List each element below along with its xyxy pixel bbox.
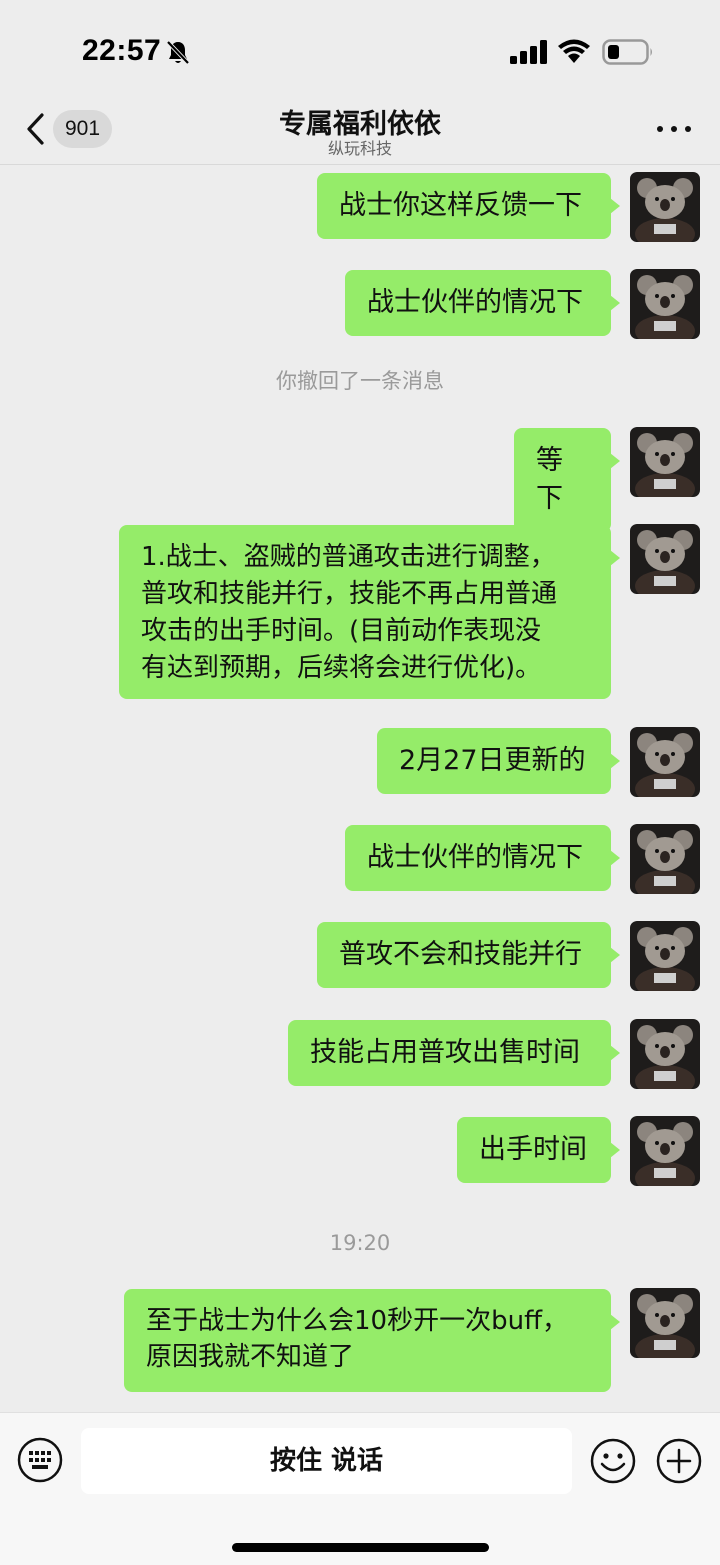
avatar-koala-icon	[630, 524, 700, 594]
avatar-koala-icon	[630, 1116, 700, 1186]
home-indicator[interactable]	[232, 1543, 489, 1552]
avatar-koala-icon	[630, 727, 700, 797]
recall-notice: 你撤回了一条消息	[276, 369, 444, 393]
message-bubble[interactable]: 战士伙伴的情况下	[345, 825, 620, 891]
status-bar: 22:57	[0, 0, 720, 100]
user-avatar[interactable]	[630, 1116, 700, 1186]
user-avatar[interactable]	[630, 427, 700, 497]
message-bubble[interactable]: 出手时间	[457, 1117, 620, 1183]
cellular-signal-icon	[510, 40, 547, 64]
status-time: 22:57	[82, 34, 162, 67]
avatar-koala-icon	[630, 824, 700, 894]
chat-subtitle: 纵玩科技	[327, 139, 392, 158]
emoji-icon[interactable]	[590, 1438, 636, 1484]
message-list[interactable]: 战士你这样反馈一下 战士伙伴的情况下 你撤回了一条消息 等下 1.战士、盗贼的普…	[0, 165, 720, 1412]
message-bubble[interactable]: 技能占用普攻出售时间	[288, 1020, 620, 1086]
chat-header: 901 专属福利依依 纵玩科技	[0, 100, 720, 165]
battery-icon	[602, 39, 652, 65]
message-bubble[interactable]: 等下	[514, 428, 620, 532]
more-options-button[interactable]	[652, 114, 696, 144]
avatar-koala-icon	[630, 427, 700, 497]
avatar-koala-icon	[630, 921, 700, 991]
user-avatar[interactable]	[630, 727, 700, 797]
keyboard-icon[interactable]	[17, 1437, 63, 1483]
user-avatar[interactable]	[630, 524, 700, 594]
plus-icon[interactable]	[656, 1438, 702, 1484]
user-avatar[interactable]	[630, 1288, 700, 1358]
user-avatar[interactable]	[630, 921, 700, 991]
user-avatar[interactable]	[630, 1019, 700, 1089]
message-bubble[interactable]: 战士你这样反馈一下	[317, 173, 620, 239]
wifi-icon	[558, 39, 590, 63]
avatar-koala-icon	[630, 1288, 700, 1358]
message-timestamp: 19:20	[329, 1231, 391, 1255]
user-avatar[interactable]	[630, 824, 700, 894]
user-avatar[interactable]	[630, 172, 700, 242]
avatar-koala-icon	[630, 172, 700, 242]
message-bubble[interactable]: 至于战士为什么会10秒开一次buff， 原因我就不知道了	[124, 1289, 620, 1392]
message-bubble[interactable]: 普攻不会和技能并行	[317, 922, 620, 988]
bell-slash-icon	[166, 40, 190, 65]
message-bubble[interactable]: 战士伙伴的情况下	[345, 270, 620, 336]
avatar-koala-icon	[630, 269, 700, 339]
user-avatar[interactable]	[630, 269, 700, 339]
message-bubble[interactable]: 1.战士、盗贼的普通攻击进行调整， 普攻和技能并行，技能不再占用普通 攻击的出手…	[119, 525, 620, 699]
avatar-koala-icon	[630, 1019, 700, 1089]
message-bubble[interactable]: 2月27日更新的	[377, 728, 620, 794]
hold-to-talk-button[interactable]: 按住 说话	[81, 1428, 572, 1494]
